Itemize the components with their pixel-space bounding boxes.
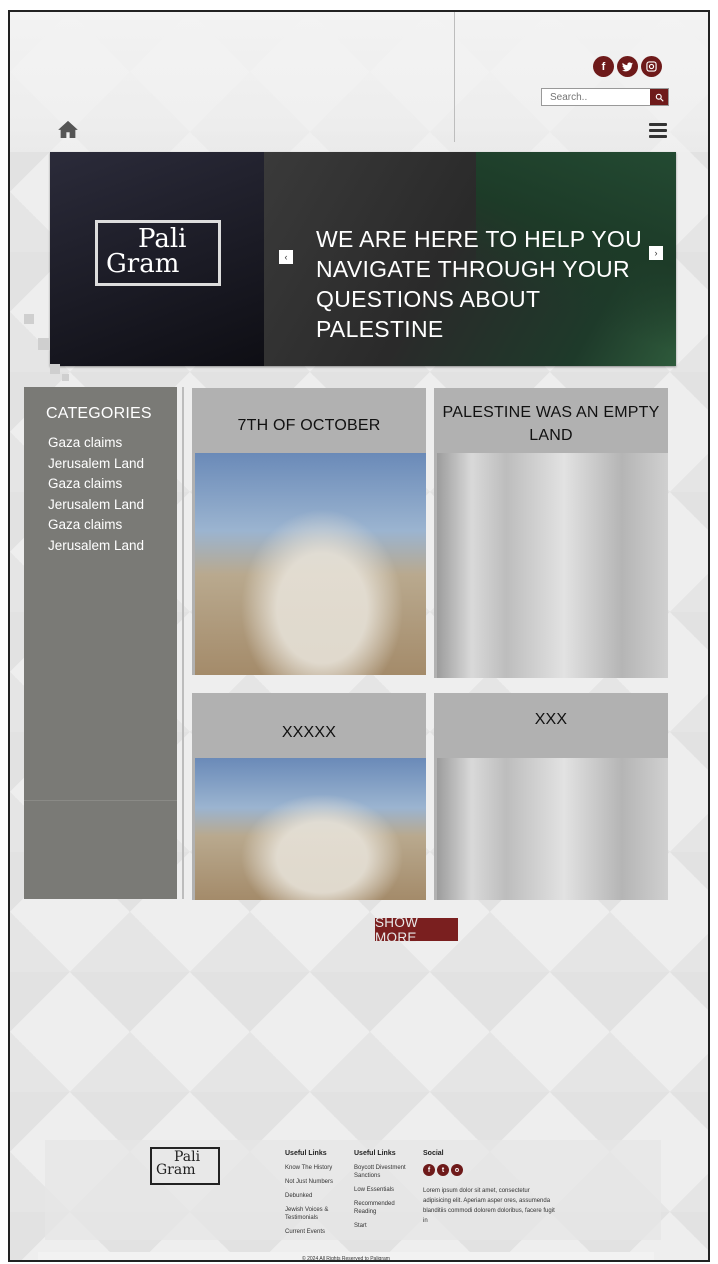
menu-icon[interactable] (649, 123, 667, 141)
header-background (10, 12, 708, 152)
category-item[interactable]: Jerusalem Land (48, 454, 158, 475)
category-item[interactable]: Jerusalem Land (48, 495, 158, 516)
footer-social-text: Lorem ipsum dolor sit amet, consectetur … (423, 1188, 555, 1224)
historic-street-photo (437, 453, 668, 678)
footer-links-1: Useful Links Know The History Not Just N… (285, 1150, 345, 1242)
bulldozer-border-photo (195, 453, 426, 675)
historic-street-photo (437, 758, 668, 900)
footer-link[interactable]: Start (354, 1222, 414, 1230)
footer-social-icons: f t o (423, 1164, 558, 1176)
footer-link[interactable]: Boycott Divestment Sanctions (354, 1164, 414, 1180)
carousel-prev-button[interactable]: ‹ (279, 250, 293, 264)
footer-link[interactable]: Not Just Numbers (285, 1178, 345, 1186)
content-separator (182, 387, 184, 899)
card-title: PALESTINE WAS AN EMPTY LAND (442, 404, 660, 444)
footer-logo-bottom: Gram (156, 1162, 196, 1179)
hero-carousel: Pali Gram ‹ › WE ARE HERE TO HELP YOU NA… (50, 152, 676, 366)
categories-list: Gaza claims Jerusalem Land Gaza claims J… (48, 433, 158, 556)
search-input[interactable] (542, 89, 650, 105)
categories-sidebar: CATEGORIES Gaza claims Jerusalem Land Ga… (24, 387, 177, 899)
search-icon (655, 93, 664, 102)
card-title: XXXXX (281, 724, 337, 741)
search-button[interactable] (650, 89, 668, 105)
footer: Pali Gram Useful Links Know The History … (45, 1140, 661, 1240)
card-title: XXX (534, 711, 568, 728)
footer-link[interactable]: Debunked (285, 1192, 345, 1200)
copyright: © 2024 All Rights Reserved to Paligram (38, 1252, 654, 1260)
article-card[interactable]: PALESTINE WAS AN EMPTY LAND (434, 388, 668, 678)
logo-text-bottom: Gram (106, 248, 180, 279)
home-icon[interactable] (58, 120, 78, 143)
bulldozer-border-photo (195, 758, 426, 900)
category-item[interactable]: Jerusalem Land (48, 536, 158, 557)
footer-links-2: Useful Links Boycott Divestment Sanction… (354, 1150, 414, 1236)
category-item[interactable]: Gaza claims (48, 433, 158, 454)
footer-link[interactable]: Know The History (285, 1164, 345, 1172)
categories-title: CATEGORIES (46, 405, 152, 422)
category-item[interactable]: Gaza claims (48, 474, 158, 495)
article-card[interactable]: XXX (434, 693, 668, 900)
logo-text-top: Pali (138, 224, 187, 254)
paligram-logo: Pali Gram (95, 220, 221, 286)
article-card[interactable]: 7TH OF OCTOBER (192, 388, 426, 675)
category-item[interactable]: Gaza claims (48, 515, 158, 536)
search-bar (541, 88, 669, 106)
footer-link[interactable]: Current Events (285, 1228, 345, 1236)
header-social-icons: f (593, 56, 662, 77)
page-frame: f Pali Gram ‹ › WE ARE HERE TO HELP YO (8, 10, 710, 1262)
twitter-icon[interactable]: t (437, 1164, 449, 1176)
facebook-icon[interactable]: f (593, 56, 614, 77)
footer-col-title: Useful Links (285, 1150, 327, 1157)
article-card[interactable]: XXXXX (192, 693, 426, 900)
instagram-icon[interactable]: o (451, 1164, 463, 1176)
footer-social: Social f t o Lorem ipsum dolor sit amet,… (423, 1150, 558, 1226)
footer-link[interactable]: Low Essentials (354, 1186, 414, 1194)
footer-col-title: Useful Links (354, 1150, 396, 1157)
header-divider (454, 12, 455, 142)
twitter-icon[interactable] (617, 56, 638, 77)
sidebar-divider (24, 800, 177, 801)
footer-link[interactable]: Recommended Reading (354, 1200, 414, 1216)
footer-link[interactable]: Jewish Voices & Testimonials (285, 1206, 345, 1222)
card-title: 7TH OF OCTOBER (237, 417, 381, 434)
facebook-icon[interactable]: f (423, 1164, 435, 1176)
footer-logo: Pali Gram (150, 1147, 220, 1185)
hero-headline: WE ARE HERE TO HELP YOU NAVIGATE THROUGH… (316, 226, 643, 342)
hero-logo-panel: Pali Gram (50, 152, 264, 366)
footer-col-title: Social (423, 1150, 444, 1157)
instagram-icon[interactable] (641, 56, 662, 77)
show-more-button[interactable]: SHOW MORE (375, 915, 458, 945)
